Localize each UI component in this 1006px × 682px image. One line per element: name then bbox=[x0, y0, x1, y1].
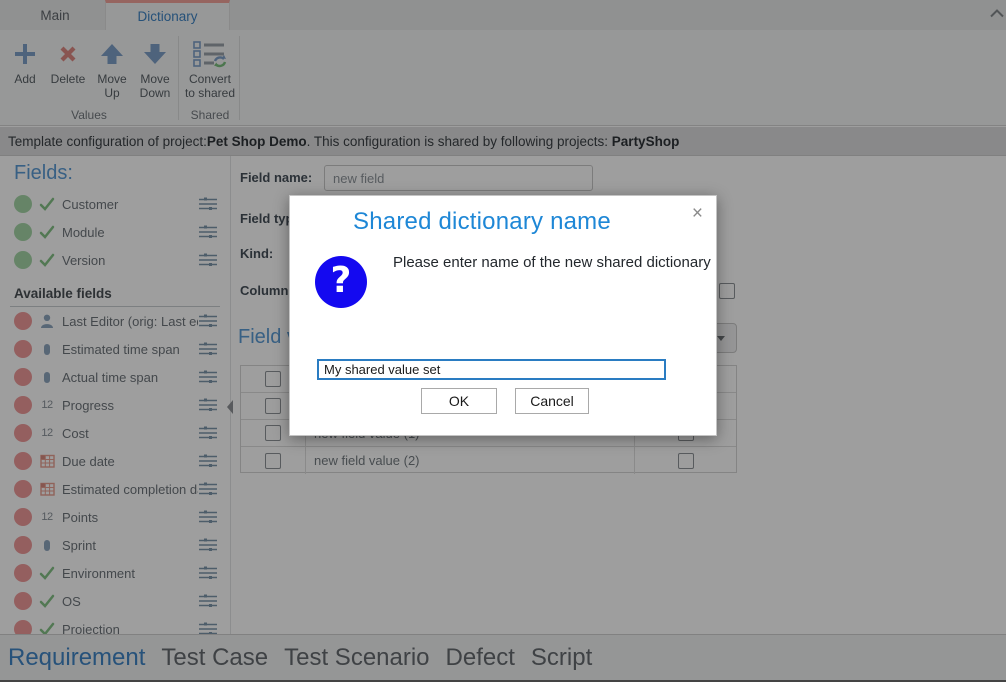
dialog-title: Shared dictionary name bbox=[290, 208, 674, 236]
shared-dictionary-name-input[interactable] bbox=[317, 359, 666, 380]
question-mark-icon: ? bbox=[315, 256, 367, 308]
cancel-button[interactable]: Cancel bbox=[515, 388, 589, 414]
application-window: Main Dictionary Add Delete MoveUp bbox=[0, 0, 1006, 682]
shared-dictionary-name-dialog: Shared dictionary name × ? Please enter … bbox=[289, 195, 717, 436]
close-icon[interactable]: × bbox=[692, 204, 703, 224]
dialog-message: Please enter name of the new shared dict… bbox=[393, 254, 711, 271]
ok-button[interactable]: OK bbox=[421, 388, 497, 414]
